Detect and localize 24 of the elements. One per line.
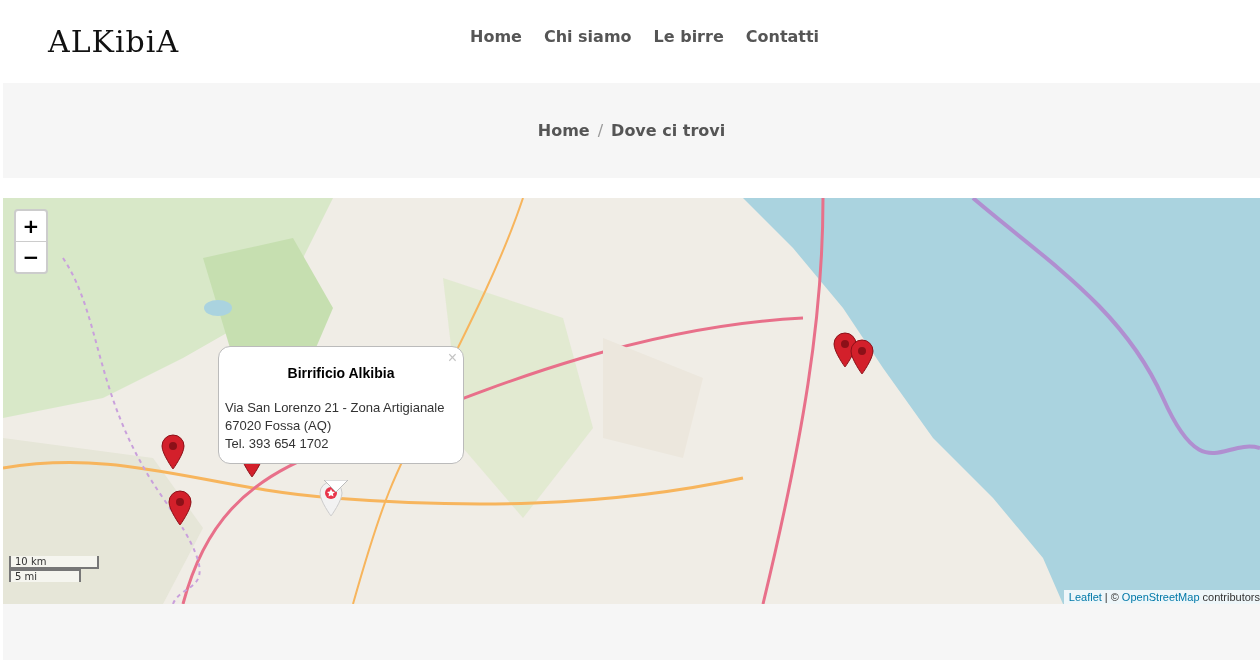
popup-title: Birrificio Alkibia [286,365,396,381]
popup-text: 67020 Fossa (AQ) [225,417,333,435]
breadcrumb-current: Dove ci trovi [611,121,726,140]
popup-tip [324,480,348,492]
map-pin-icon[interactable] [161,434,185,470]
attribution-link[interactable]: Leaflet [1068,591,1102,603]
popup-text: Via San Lorenzo 21 - Zona Artigianale [225,399,446,417]
attribution-link[interactable]: OpenStreetMap [1121,591,1200,603]
nav-link[interactable]: Chi siamo [543,26,632,46]
popup-text: Tel. 393 654 1702 [225,435,330,453]
nav-link[interactable]: Le birre [653,26,724,46]
attribution-text: contributors [1202,591,1260,603]
logo[interactable]: ALKibiA [48,21,180,62]
breadcrumb-separator: / [597,121,604,140]
zoom-out-button[interactable]: − [16,241,46,272]
zoom-in-button[interactable]: + [16,211,46,241]
map-pin-icon[interactable] [850,339,874,375]
scale-bar: 10 km [9,556,99,569]
attribution-text: | © [1104,591,1119,603]
nav-link[interactable]: Contatti [745,26,820,46]
scale-bar: 5 mi [9,569,81,582]
map-pin-icon[interactable] [168,490,192,526]
breadcrumb-link[interactable]: Home [537,121,590,140]
nav-link[interactable]: Home [470,26,522,46]
